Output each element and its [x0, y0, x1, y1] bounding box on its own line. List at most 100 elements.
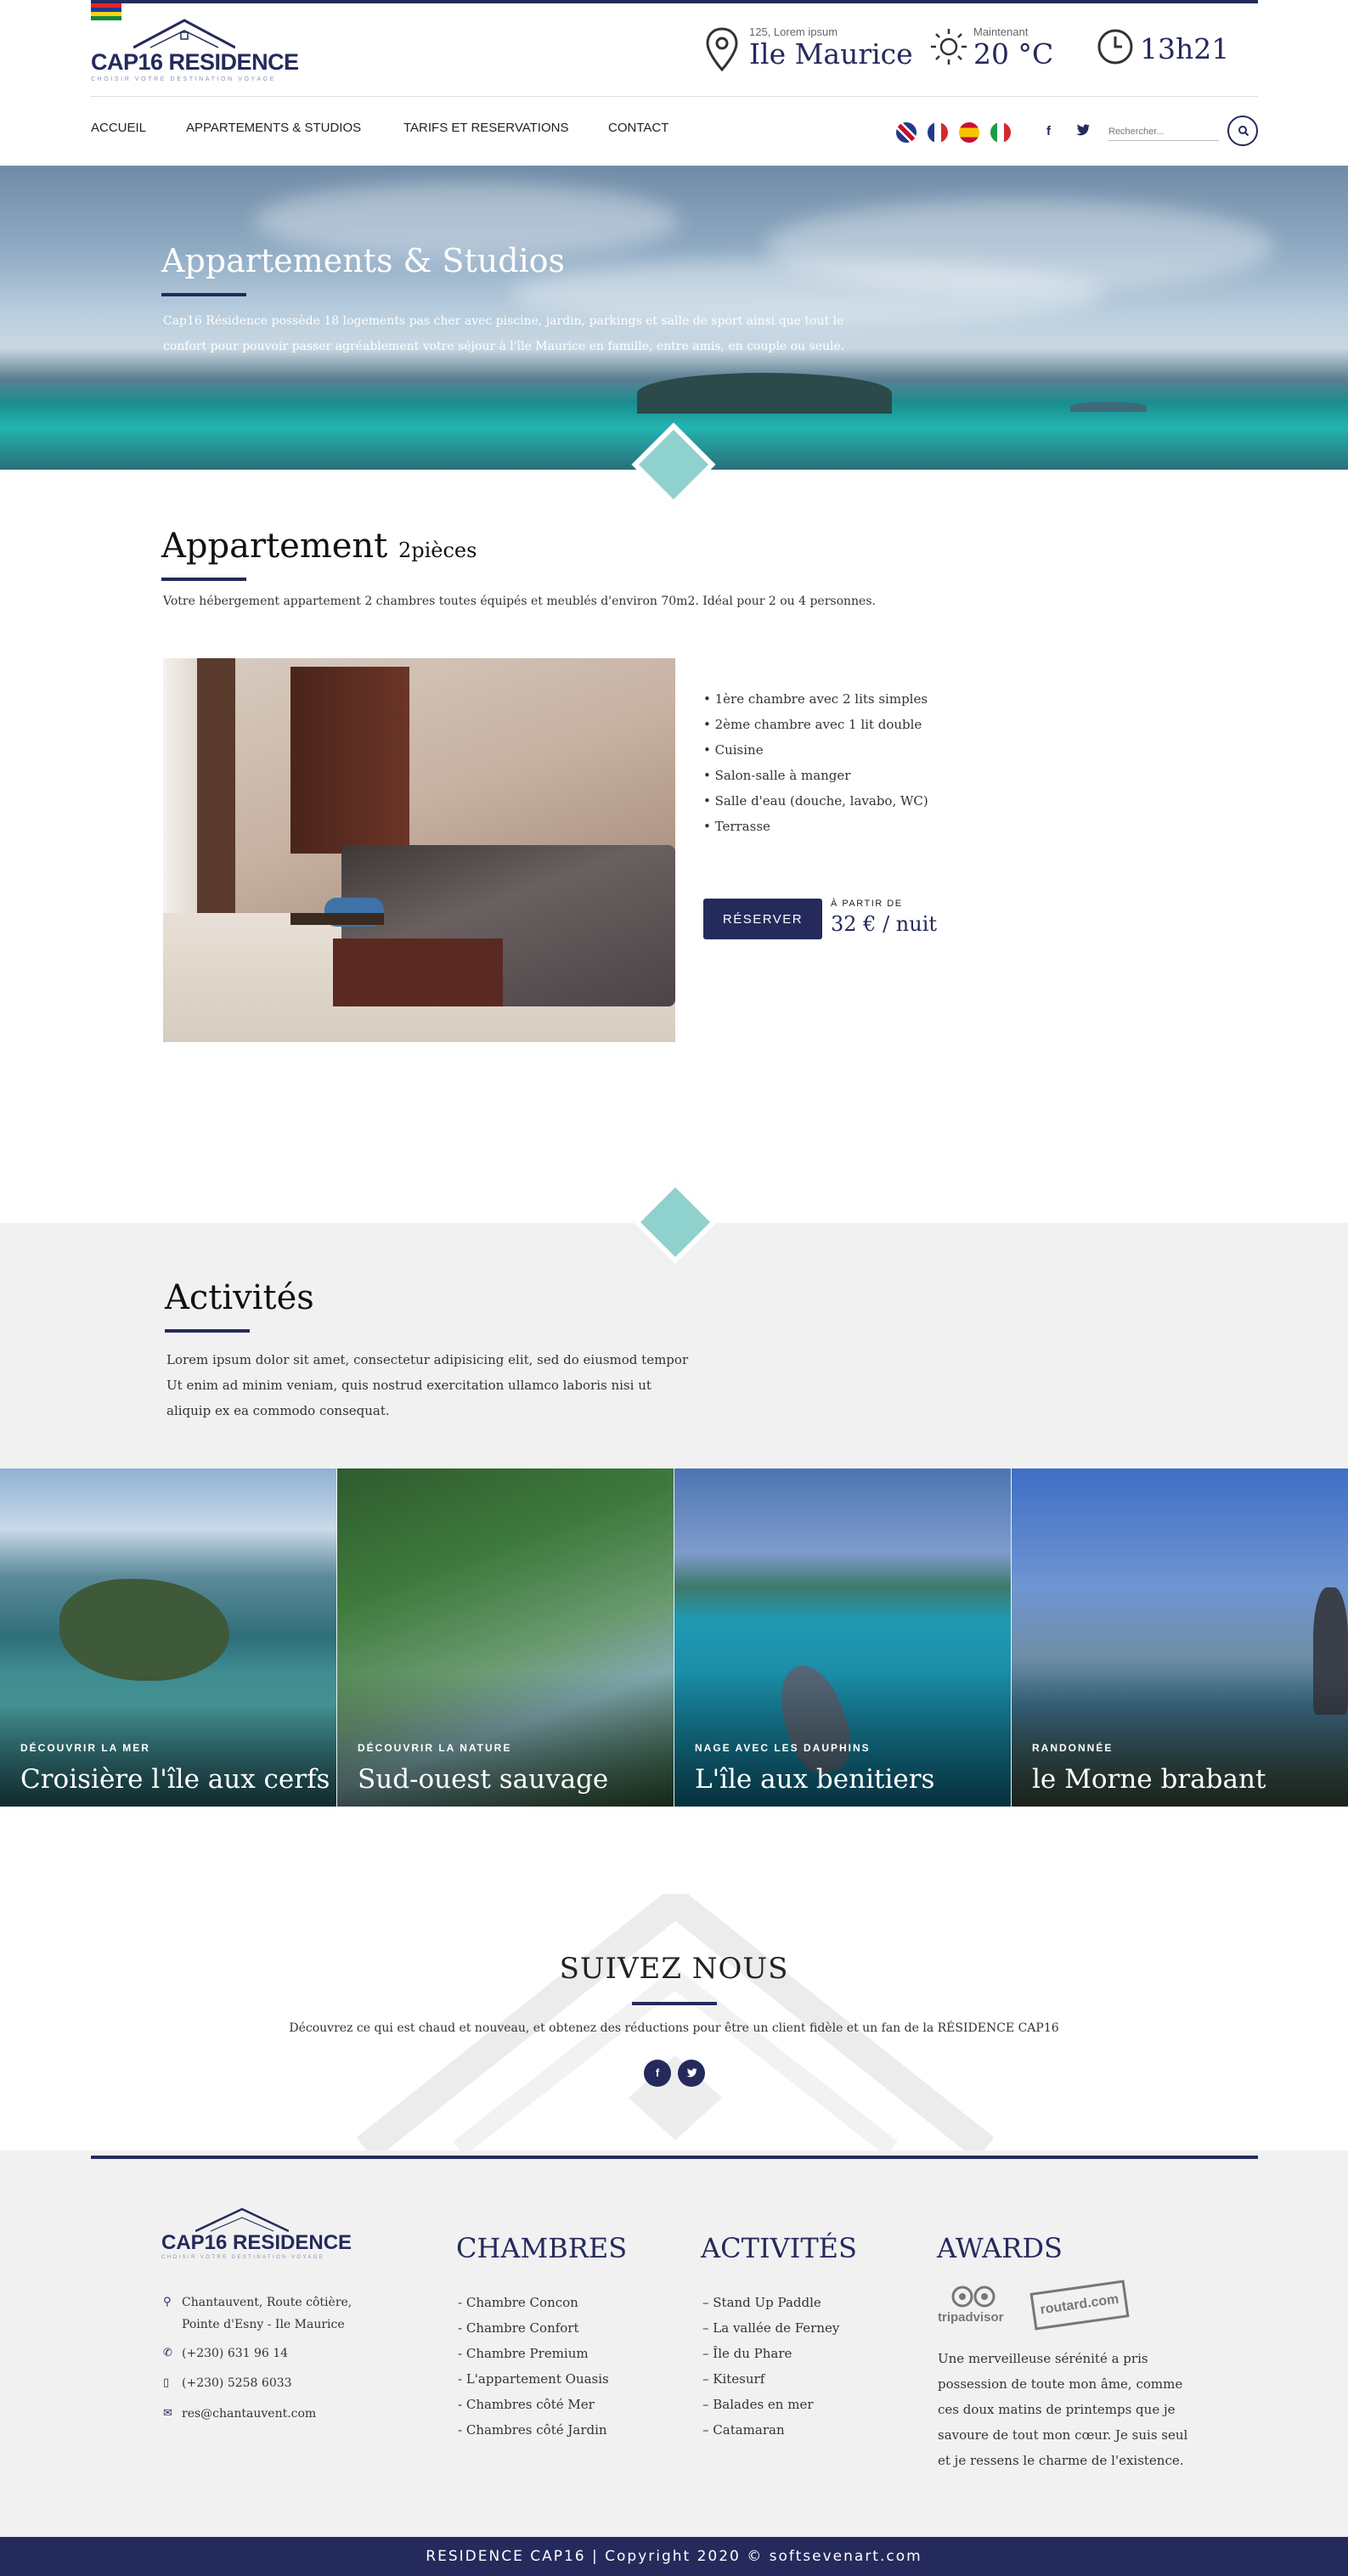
logo-tagline: CHOISIR VOTRE DESTINATION VOYAGE [91, 76, 276, 82]
activity-category: NAGE AVEC LES DAUPHINS [695, 1742, 871, 1754]
location-value: Ile Maurice [749, 37, 913, 70]
mobile-number[interactable]: (+230) 5258 6033 [182, 2372, 292, 2394]
follow-title: SUIVEZ NOUS [559, 1952, 789, 1986]
email-address[interactable]: res@chantauvent.com [182, 2403, 316, 2425]
activity-tile[interactable]: NAGE AVEC LES DAUPHINS L'île aux benitie… [674, 1468, 1011, 1807]
footer-room-link[interactable]: - Chambres côté Jardin [458, 2417, 609, 2443]
activity-category: RANDONNÉE [1032, 1742, 1114, 1754]
weather-value: 20 °C [973, 37, 1054, 70]
map-pin-icon [706, 27, 738, 71]
footer-rooms-title: CHAMBRES [456, 2232, 628, 2264]
nav-item-tarifs[interactable]: TARIFS ET RESERVATIONS [403, 121, 568, 135]
nav-item-contact[interactable]: CONTACT [608, 121, 668, 135]
nav-item-accueil[interactable]: ACCUEIL [91, 121, 146, 135]
follow-title-underline [632, 2002, 717, 2005]
hero-description: Cap16 Résidence possède 18 logements pas… [163, 314, 845, 353]
hero-title-underline [161, 293, 246, 296]
footer-activity-link[interactable]: – Balades en mer [702, 2392, 839, 2417]
footer-activity-link[interactable]: – Kitesurf [702, 2366, 839, 2392]
footer-room-link[interactable]: - Chambre Confort [458, 2315, 609, 2341]
apartment-title-underline [161, 578, 246, 581]
footer-top-line [91, 2156, 1258, 2159]
flag-fr-icon[interactable] [928, 122, 948, 143]
activity-tile[interactable]: RANDONNÉE le Morne brabant [1012, 1468, 1348, 1807]
search-input[interactable] [1108, 122, 1219, 141]
facebook-icon[interactable]: f [1046, 124, 1051, 138]
activities-description: Lorem ipsum dolor sit amet, consectetur … [166, 1352, 689, 1418]
copyright-bar: RESIDENCE CAP16 | Copyright 2020 © softs… [0, 2537, 1348, 2576]
footer-room-link[interactable]: - Chambre Concon [458, 2290, 609, 2315]
address-line-2: Pointe d'Esny - Ile Maurice [182, 2318, 345, 2331]
feature-item: • Salle d'eau (douche, lavabo, WC) [703, 793, 928, 809]
footer-room-link[interactable]: - L'appartement Ouasis [458, 2366, 609, 2392]
footer-activity-link[interactable]: – Catamaran [702, 2417, 839, 2443]
main-nav: ACCUEIL APPARTEMENTS & STUDIOS TARIFS ET… [91, 102, 1258, 161]
mauritius-flag-icon [91, 3, 121, 20]
island-silhouette [637, 373, 892, 414]
feature-item: • Terrasse [703, 819, 770, 834]
flag-en-icon[interactable] [896, 122, 917, 143]
activity-name: le Morne brabant [1032, 1764, 1266, 1795]
apartment-photo [163, 658, 675, 1042]
routard-text: routard.com [1039, 2291, 1120, 2318]
apartment-title-small: 2pièces [398, 538, 477, 562]
footer-logo-text: CAP16 RESIDENCE [161, 2231, 353, 2254]
flag-es-icon[interactable] [959, 122, 979, 143]
site-header: CAP16 RESIDENCE CHOISIR VOTRE DESTINATIO… [91, 3, 1258, 97]
awards-description: Une merveilleuse sérénité a pris possess… [938, 2351, 1188, 2468]
feature-item: • 2ème chambre avec 1 lit double [703, 717, 922, 732]
logo-text: CAP16 RESIDENCE [91, 49, 299, 75]
footer-awards-title: AWARDS [937, 2232, 1063, 2264]
price-from-label: À PARTIR DE [831, 899, 903, 909]
activity-category: DÉCOUVRIR LA MER [20, 1742, 150, 1754]
activity-tile[interactable]: DÉCOUVRIR LA MER Croisière l'île aux cer… [0, 1468, 336, 1807]
reserve-button[interactable]: RÉSERVER [703, 899, 822, 939]
activities-title: Activités [165, 1278, 314, 1317]
address-line-1: Chantauvent, Route côtière, [182, 2296, 353, 2309]
feature-item: • Salon-salle à manger [703, 768, 851, 783]
site-logo[interactable]: CAP16 RESIDENCE CHOISIR VOTRE DESTINATIO… [91, 19, 299, 87]
activity-name: Sud-ouest sauvage [358, 1764, 609, 1795]
footer-activity-link[interactable]: – Île du Phare [702, 2341, 839, 2366]
footer-room-link[interactable]: - Chambre Premium [458, 2341, 609, 2366]
map-pin-icon: ⚲ [163, 2296, 172, 2308]
apartment-title-main: Appartement [161, 527, 388, 566]
twitter-icon[interactable] [678, 2060, 705, 2087]
footer-room-link[interactable]: - Chambres côté Mer [458, 2392, 609, 2417]
search-icon [1238, 126, 1249, 137]
apartment-description: Votre hébergement appartement 2 chambres… [163, 595, 876, 608]
mobile-icon: ▯ [163, 2376, 170, 2389]
activity-category: DÉCOUVRIR LA NATURE [358, 1742, 512, 1754]
footer-rooms-list: - Chambre Concon - Chambre Confort - Cha… [458, 2290, 609, 2443]
time-value: 13h21 [1140, 32, 1230, 65]
clock-widget: 13h21 [1096, 25, 1240, 76]
feature-item: • 1ère chambre avec 2 lits simples [703, 691, 928, 707]
activity-name: L'île aux benitiers [695, 1764, 935, 1795]
footer-logo[interactable]: CAP16 RESIDENCE CHOISIR VOTRE DESTINATIO… [161, 2207, 352, 2272]
weather-label: Maintenant [973, 25, 1029, 38]
apartment-features-list: • 1ère chambre avec 2 lits simples • 2èm… [703, 686, 928, 839]
flag-it-icon[interactable] [990, 122, 1011, 143]
weather-widget: Maintenant 20 °C [929, 25, 1074, 76]
copyright-text: RESIDENCE CAP16 | Copyright 2020 © softs… [426, 2548, 922, 2565]
tripadvisor-text: tripadvisor [938, 2310, 1004, 2325]
follow-description: Découvrez ce qui est chaud et nouveau, e… [289, 2021, 1059, 2035]
phone-icon: ✆ [163, 2347, 172, 2359]
footer-activity-link[interactable]: – La vallée de Ferney [702, 2315, 839, 2341]
activity-name: Croisière l'île aux cerfs [20, 1764, 330, 1795]
feature-item: • Cuisine [703, 742, 764, 758]
activity-tile[interactable]: DÉCOUVRIR LA NATURE Sud-ouest sauvage [337, 1468, 674, 1807]
apartment-title: Appartement 2pièces [161, 527, 477, 566]
footer-activities-title: ACTIVITÉS [701, 2232, 857, 2264]
house-roof-icon [133, 19, 235, 49]
footer-activity-link[interactable]: – Stand Up Paddle [702, 2290, 839, 2315]
facebook-icon[interactable]: f [644, 2060, 671, 2087]
twitter-icon[interactable] [1076, 124, 1090, 139]
footer-activities-list: – Stand Up Paddle – La vallée de Ferney … [702, 2290, 839, 2443]
house-roof-icon [195, 2207, 289, 2233]
phone-number[interactable]: (+230) 631 96 14 [182, 2342, 288, 2365]
tripadvisor-logo[interactable]: tripadvisor [938, 2285, 1010, 2332]
footer-logo-tagline: CHOISIR VOTRE DESTINATION VOYAGE [161, 2255, 325, 2260]
nav-item-appartements[interactable]: APPARTEMENTS & STUDIOS [186, 121, 361, 135]
search-button[interactable] [1227, 116, 1258, 146]
